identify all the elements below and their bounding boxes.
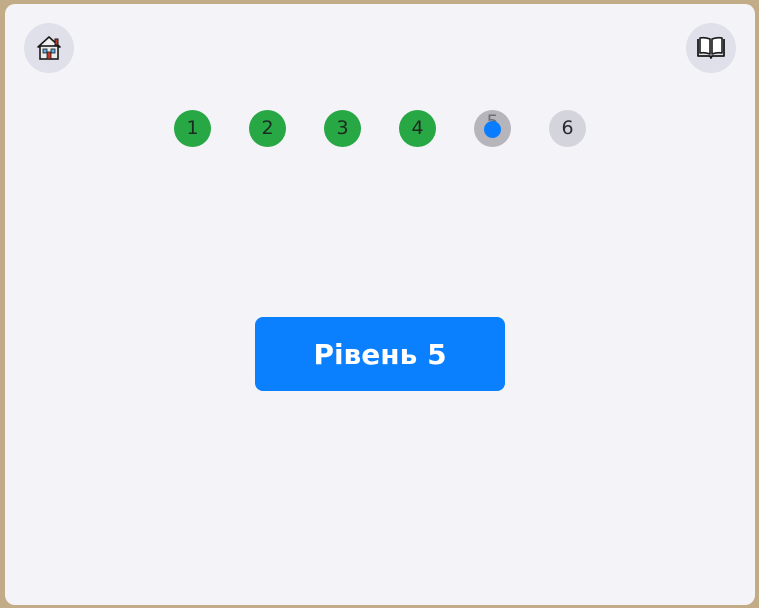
start-level-label: Рівень 5 <box>313 337 447 371</box>
level-number: 2 <box>261 116 274 139</box>
book-button[interactable] <box>686 23 736 73</box>
level-number: 4 <box>411 116 424 139</box>
current-level-marker <box>484 121 501 138</box>
level-number: 3 <box>336 116 349 139</box>
level-number: 6 <box>561 116 574 139</box>
level-number: 1 <box>186 116 199 139</box>
game-screen: 1 2 3 4 5 6 Рівень 5 <box>5 4 755 605</box>
level-1-indicator[interactable]: 1 <box>174 110 211 147</box>
level-4-indicator[interactable]: 4 <box>399 110 436 147</box>
level-5-indicator[interactable]: 5 <box>474 110 511 147</box>
open-book-icon <box>697 36 725 59</box>
level-6-indicator[interactable]: 6 <box>549 110 586 147</box>
house-icon <box>37 36 61 60</box>
home-button[interactable] <box>24 23 74 73</box>
level-2-indicator[interactable]: 2 <box>249 110 286 147</box>
start-level-button[interactable]: Рівень 5 <box>255 317 505 391</box>
level-3-indicator[interactable]: 3 <box>324 110 361 147</box>
